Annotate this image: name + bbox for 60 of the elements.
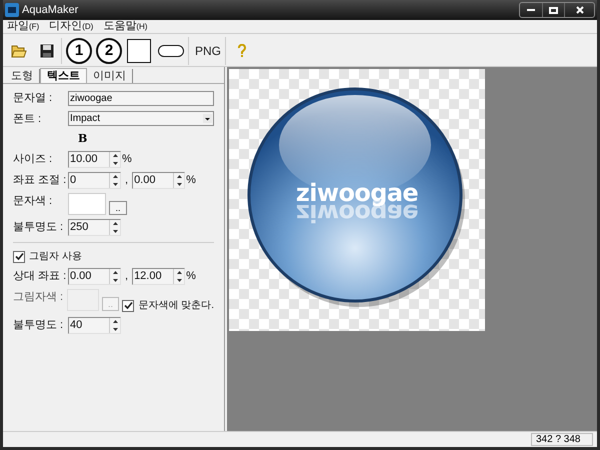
png-button[interactable]: PNG — [191, 36, 226, 64]
field-label: 사이즈 : — [13, 152, 54, 168]
window-title: AquaMaker — [22, 2, 78, 18]
checkbox-label: 그림자 사용 — [29, 250, 82, 264]
spin-up-icon[interactable] — [112, 320, 118, 324]
spin-down-icon[interactable] — [176, 278, 182, 282]
field-label: 좌표 조절 : — [13, 173, 68, 188]
spin-down-icon[interactable] — [112, 278, 118, 282]
close-icon — [576, 6, 584, 14]
field-label: 그림자색 : — [13, 290, 64, 305]
field-label: 불투명도 : — [13, 318, 64, 334]
field-label: 폰트 : — [13, 112, 42, 126]
pill-shape-button[interactable] — [158, 44, 184, 56]
spin-up-icon[interactable] — [112, 154, 118, 158]
field-label: 문자열 : — [13, 91, 54, 106]
spin-field[interactable]: 10.00 — [68, 151, 121, 168]
menu-item[interactable]: 디자인(D) — [49, 21, 94, 32]
spin-up-icon[interactable] — [112, 271, 118, 274]
unit-label: % — [186, 173, 196, 188]
separator-label: , — [125, 173, 128, 188]
spin-down-icon[interactable] — [112, 328, 118, 331]
spin-down-icon[interactable] — [112, 162, 118, 165]
spin-down-icon[interactable] — [112, 182, 118, 186]
spin-up-icon[interactable] — [112, 222, 118, 226]
text-field[interactable]: ziwoogae — [68, 90, 214, 106]
color-picker-button[interactable]: .. — [109, 201, 127, 215]
spin-down-icon[interactable] — [176, 182, 182, 186]
color-swatch[interactable] — [68, 193, 106, 215]
spin-field[interactable]: 250 — [68, 219, 121, 236]
spin-up-icon[interactable] — [176, 271, 182, 274]
tab[interactable]: 텍스트 — [40, 68, 87, 83]
spin-field[interactable]: 0.00 — [132, 172, 186, 189]
question-mark-icon — [237, 44, 248, 58]
field-label: 상대 좌표 : — [13, 269, 68, 284]
tab[interactable]: 이미지 — [87, 69, 133, 83]
app-icon — [5, 3, 19, 17]
menu-item[interactable]: 도움말(H) — [103, 21, 148, 32]
spin-down-icon[interactable] — [112, 230, 118, 233]
spin-field[interactable]: 0 — [68, 172, 121, 189]
unit-label: % — [122, 152, 132, 168]
spin-field[interactable]: 0.00 — [68, 268, 121, 285]
folder-icon — [11, 44, 27, 58]
checkbox[interactable] — [13, 250, 25, 262]
field-label: 문자색 : — [13, 194, 54, 209]
circle-button[interactable]: 2 — [96, 38, 122, 64]
spin-up-icon[interactable] — [176, 175, 182, 178]
spin-field[interactable]: 40 — [68, 317, 121, 334]
circle-button[interactable]: 1 — [66, 38, 92, 64]
checkbox[interactable] — [122, 300, 134, 312]
menu-item[interactable]: 파일(F) — [7, 21, 40, 32]
font-dropdown[interactable]: Impact — [68, 111, 214, 126]
bold-button[interactable]: B — [78, 130, 88, 148]
unit-label: % — [186, 269, 196, 284]
field-label: 불투명도 : — [13, 220, 64, 236]
separator-label: , — [125, 269, 128, 284]
spin-up-icon[interactable] — [112, 175, 118, 178]
spin-field[interactable]: 12.00 — [132, 268, 186, 285]
checkbox-label: 문자색에 맞춘다. — [138, 299, 214, 313]
square-shape-button[interactable] — [127, 38, 151, 62]
status-size: 342 ? 348 — [531, 433, 593, 446]
